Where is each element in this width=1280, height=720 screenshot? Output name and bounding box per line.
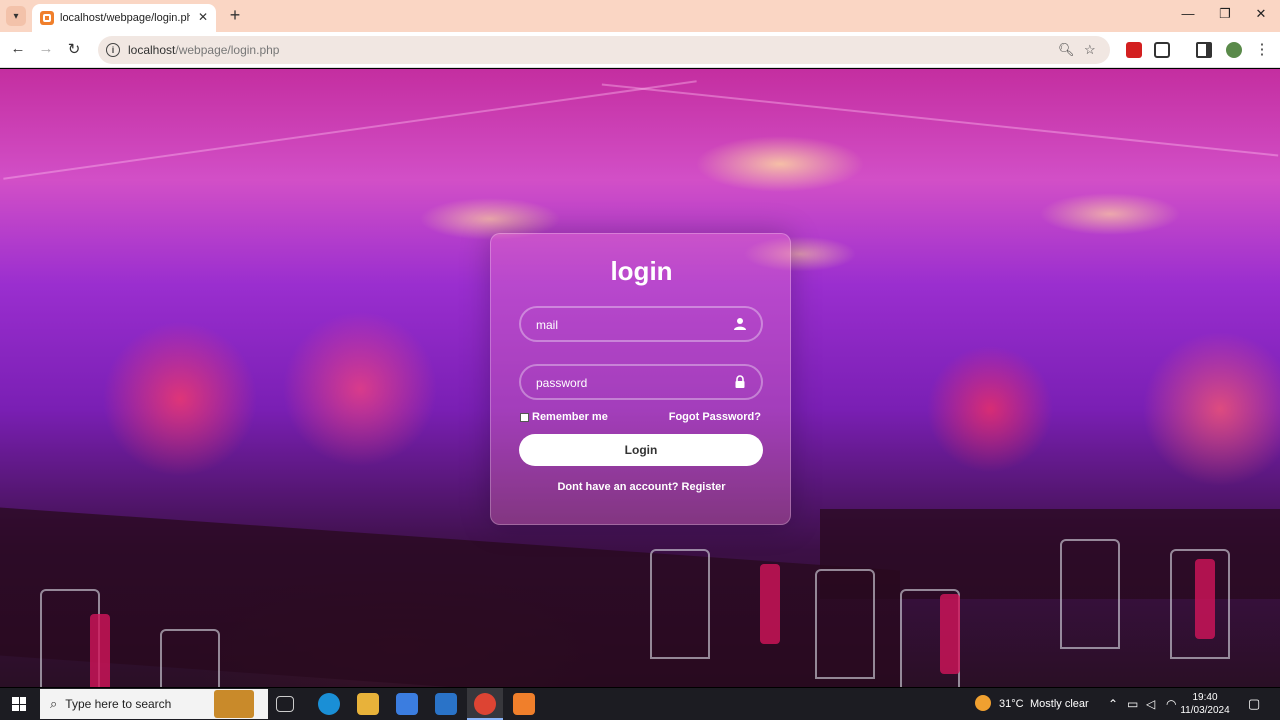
window-close-icon[interactable]: ✕ [1251,6,1271,22]
tab-close-icon[interactable]: ✕ [198,10,208,24]
url-host: localhost [128,43,176,57]
address-bar[interactable]: i localhost/webpage/login.php 🔍︎ ☆ [98,36,1110,64]
no-account-text: Dont have an account? [557,481,679,493]
remember-checkbox[interactable] [520,412,529,422]
ceiling-beam [601,83,1279,157]
chair-sash [90,614,110,687]
chair [815,569,875,679]
xampp-favicon-icon [40,11,54,25]
weather-condition[interactable]: Mostly clear [1030,698,1089,710]
url-text[interactable]: localhost/webpage/login.php [128,43,279,57]
lock-icon [735,375,745,388]
ceiling-beam [3,80,697,180]
pdf-extension-icon[interactable] [1126,42,1142,58]
login-title: login [610,256,673,286]
profile-avatar[interactable] [1226,42,1242,58]
edge-icon[interactable] [318,693,340,715]
extensions-puzzle-icon[interactable] [1154,42,1170,58]
browser-tab-bar: ▾ localhost/webpage/login.php ✕ + — ❐ ✕ [0,0,1280,32]
xampp-icon[interactable] [513,693,535,715]
user-icon [734,318,746,330]
search-highlight-image [214,690,254,718]
menu-kebab-icon[interactable]: ⋮ [1252,40,1272,58]
taskbar-clock[interactable]: 19:40 11/03/2024 [1180,691,1230,717]
search-icon: ⌕ [50,696,58,711]
back-arrow-icon[interactable]: ← [8,40,28,57]
browser-toolbar: ← → ↻ i localhost/webpage/login.php 🔍︎ ☆… [0,32,1280,68]
tab-search-chevron-icon[interactable]: ▾ [6,6,26,26]
bookmark-star-icon[interactable]: ☆ [1084,42,1096,58]
register-prompt: Dont have an account? Register [491,481,792,493]
remember-label: Remember me [532,411,608,423]
minimize-icon[interactable]: — [1178,6,1198,21]
url-path: /webpage/login.php [175,43,280,57]
chair-sash [1195,559,1215,639]
temperature[interactable]: 31°C [999,698,1024,710]
clock-time: 19:40 [1192,692,1218,703]
windows-start-icon[interactable] [12,697,26,711]
reload-icon[interactable]: ↻ [64,40,84,58]
forgot-password-link[interactable]: Fogot Password? [669,411,761,423]
password-field[interactable]: password [519,364,763,400]
chair [650,549,710,659]
notifications-icon[interactable]: ▢ [1248,696,1260,712]
tray-chevron-icon[interactable]: ⌃ [1108,697,1118,711]
taskbar-search-placeholder: Type here to search [65,697,172,711]
battery-icon[interactable]: ▭ [1127,697,1138,711]
maximize-icon[interactable]: ❐ [1215,6,1235,22]
chrome-icon[interactable] [474,693,496,715]
side-panel-icon[interactable] [1196,42,1212,58]
login-button[interactable]: Login [519,434,763,466]
chair-sash [760,564,780,644]
mail-icon[interactable] [435,693,457,715]
windows-taskbar: ⌕ Type here to search 31°C Mostly clear … [0,688,1280,720]
file-explorer-icon[interactable] [357,693,379,715]
login-card: login mail password Remember me Fogot Pa… [490,233,791,525]
remember-me[interactable]: Remember me [520,411,608,423]
new-tab-button[interactable]: + [226,5,244,26]
email-placeholder: mail [536,318,559,332]
taskbar-search-box[interactable]: ⌕ Type here to search [40,689,268,719]
zoom-icon[interactable]: 🔍︎ [1058,42,1075,58]
password-placeholder: password [536,376,588,390]
weather-icon[interactable] [975,695,991,711]
microsoft-store-icon[interactable] [396,693,418,715]
chair [1060,539,1120,649]
register-link[interactable]: Register [682,481,726,493]
chair [160,629,220,687]
clock-date: 11/03/2024 [1180,705,1230,716]
forward-arrow-icon[interactable]: → [36,40,56,57]
email-field[interactable]: mail [519,306,763,342]
tab-title: localhost/webpage/login.php [60,12,190,24]
browser-tab[interactable]: localhost/webpage/login.php ✕ [32,4,216,32]
speaker-icon[interactable]: ◁ [1146,697,1155,711]
site-info-icon[interactable]: i [106,43,120,57]
chair-sash [940,594,960,674]
wifi-icon[interactable]: ◠ [1166,697,1176,711]
task-view-icon[interactable] [276,696,294,712]
